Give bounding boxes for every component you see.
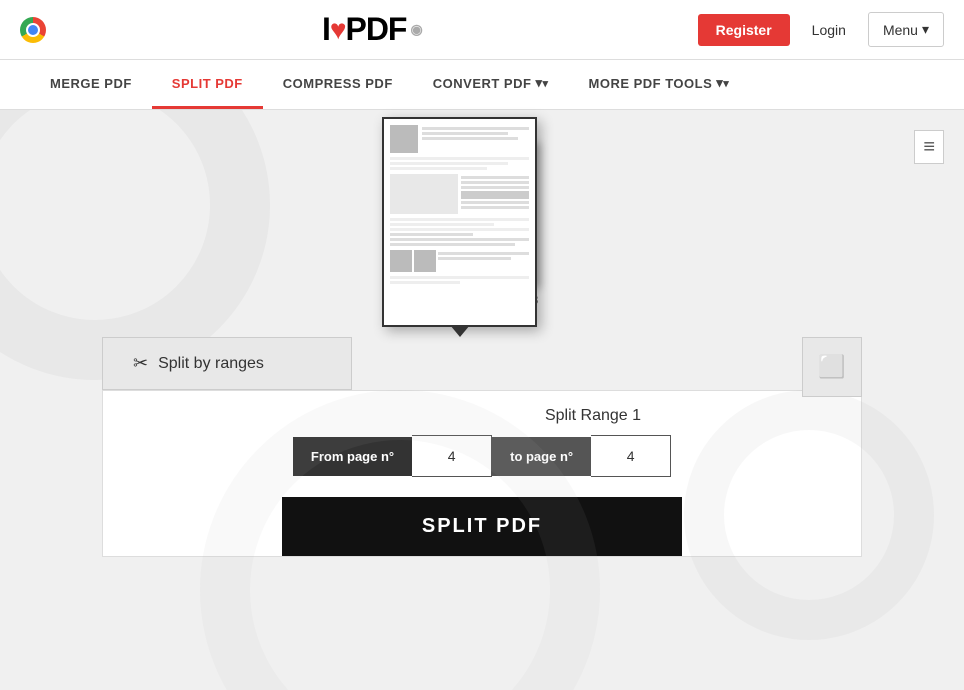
view-toggle-button[interactable]: ≡: [914, 130, 944, 164]
split-by-ranges-label: Split by ranges: [158, 355, 264, 373]
menu-label: Menu: [883, 22, 918, 38]
logo-i: I: [322, 11, 330, 48]
from-page-label: From page n°: [293, 437, 412, 476]
chrome-browser-icon: [20, 17, 46, 43]
logo-badge: ◉: [410, 21, 421, 38]
preview-arrow-icon: [450, 325, 470, 337]
nav-item-split[interactable]: SPLIT PDF: [152, 60, 263, 109]
split-pdf-button[interactable]: SPLIT PDF: [282, 497, 682, 556]
login-button[interactable]: Login: [800, 14, 858, 46]
logo-pdf: PDF: [345, 11, 406, 48]
chevron-down-icon: ▾: [922, 21, 929, 38]
logo: I ♥ PDF ◉: [322, 11, 422, 48]
menu-button[interactable]: Menu ▾: [868, 12, 944, 47]
nav-item-compress[interactable]: COMPRESS PDF: [263, 60, 413, 109]
to-page-label: to page n°: [492, 437, 591, 476]
nav-bar: MERGE PDF SPLIT PDF COMPRESS PDF CONVERT…: [0, 60, 964, 110]
split-range-title: Split Range 1: [545, 407, 641, 425]
more-chevron-icon: ▾: [716, 75, 723, 91]
split-by-ranges-button[interactable]: ✂ Split by ranges: [102, 337, 352, 390]
header-actions: Register Login Menu ▾: [698, 12, 944, 47]
logo-heart: ♥: [330, 14, 346, 46]
page-preview-content: [384, 119, 535, 325]
nav-item-convert[interactable]: CONVERT PDF ▾: [413, 60, 569, 109]
convert-chevron-icon: ▾: [535, 75, 542, 91]
split-pages-icon: ⬜: [818, 354, 845, 380]
scissors-icon: ✂: [133, 353, 148, 374]
split-range-header: Split Range 1: [103, 391, 861, 435]
from-page-input[interactable]: [412, 435, 492, 477]
split-other-button[interactable]: ⬜: [802, 337, 862, 397]
page-preview-popup: [382, 117, 537, 327]
split-options-row: ✂ Split by ranges: [102, 337, 862, 390]
nav-item-merge[interactable]: MERGE PDF: [30, 60, 152, 109]
split-config-panel: Split Range 1 From page n° to page n° SP…: [102, 390, 862, 557]
grid-icon: ≡: [923, 137, 935, 157]
to-page-input[interactable]: [591, 435, 671, 477]
split-range-inputs: From page n° to page n°: [273, 435, 691, 497]
register-button[interactable]: Register: [698, 14, 790, 46]
header: I ♥ PDF ◉ Register Login Menu ▾: [0, 0, 964, 60]
nav-item-more[interactable]: MORE PDF TOOLS ▾: [569, 60, 750, 109]
main-content: ≡ Autodesk AutoCAD Architecture 2018 Fun…: [0, 110, 964, 690]
